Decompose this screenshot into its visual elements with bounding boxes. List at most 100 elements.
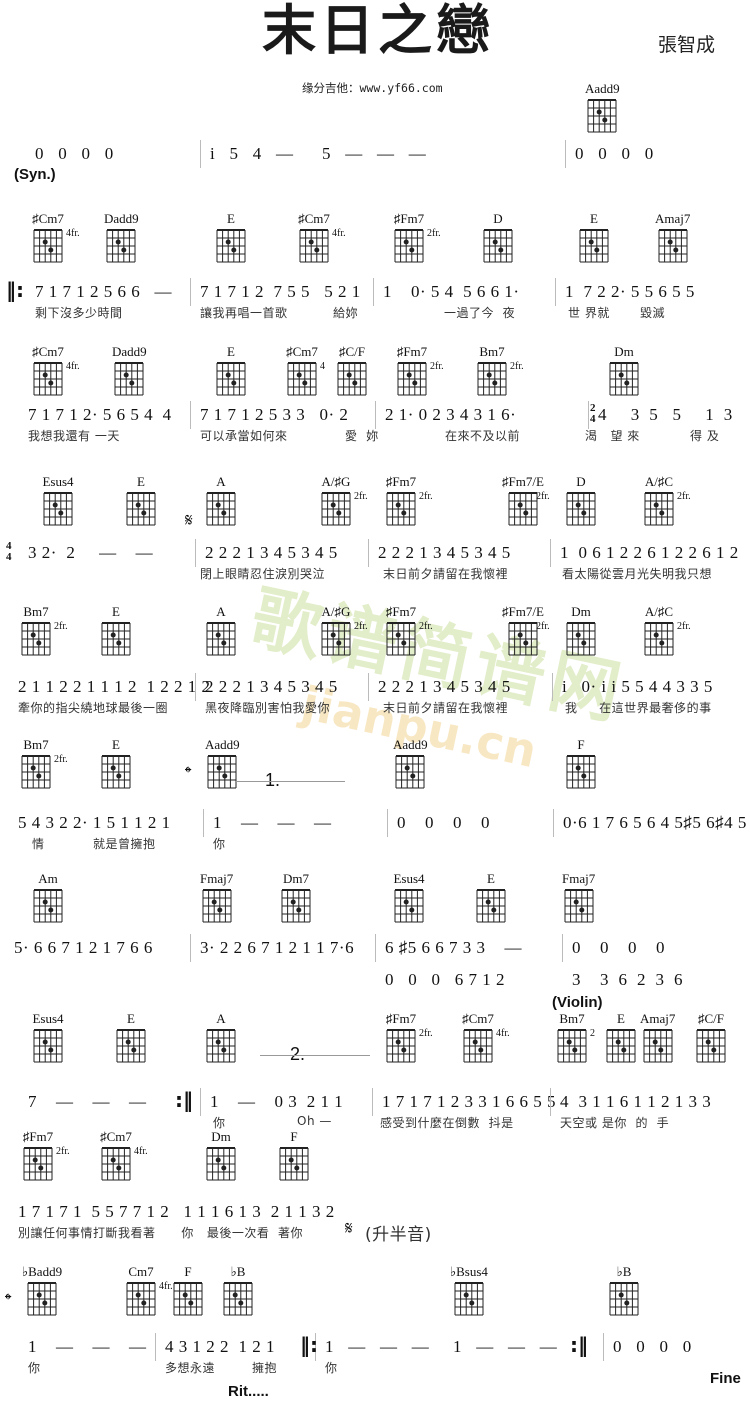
fret-position-label: 4fr. [332, 228, 346, 239]
chord-name: Dm [571, 604, 591, 619]
chord-name: Bm7 [559, 1011, 585, 1026]
barline [555, 278, 556, 306]
jianpu-notes: i 5 4 — 5 — — — [210, 144, 427, 163]
repeat-start-sign: ‖: [6, 278, 24, 302]
barline [553, 809, 554, 837]
chord-diagram-grid [579, 229, 609, 263]
chord-name: ♯Cm7 [32, 344, 64, 359]
chord-diagram-grid [114, 362, 144, 396]
song-title: 末日之戀 [262, 0, 494, 62]
chord-diagram-grid [386, 622, 416, 656]
fret-position-label: 2fr. [510, 361, 524, 372]
chord-diagram: Esus4 [32, 1012, 64, 1064]
fret-position-label: 2fr. [430, 361, 444, 372]
chord-diagram: Bm7 2fr. [476, 345, 524, 397]
chord-diagram: E [215, 212, 247, 264]
jianpu-notes: 0·6 1 7 6 5 6 4 5♯5 6♯4 5 5 [563, 813, 750, 832]
chord-name: A/♯C [644, 604, 674, 619]
chord-name: ♯Fm7 [385, 474, 417, 489]
segno-icon: 𝄋 [185, 510, 193, 531]
chord-diagram: ♯Cm7 4fr. [298, 212, 346, 264]
chord-name: Dadd9 [104, 211, 139, 226]
chord-diagram-grid [43, 492, 73, 526]
chord-diagram: ♯Cm7 4fr. [462, 1012, 510, 1064]
chord-name: ♯Cm7 [100, 1129, 132, 1144]
chord-diagram-grid [321, 622, 351, 656]
chord-name: A/♯G [321, 474, 351, 489]
chord-diagram: D [565, 475, 597, 527]
fret-position-label: 2fr. [419, 1028, 433, 1039]
coda-icon: 𝄌 [5, 1290, 12, 1311]
fret-position-label: 2fr. [419, 491, 433, 502]
jianpu-notes: 6 ♯5 6 6 7 3 3 — [385, 938, 522, 957]
chord-name: D [493, 211, 503, 226]
barline [375, 401, 376, 429]
chord-diagram: Bm7 2fr. [20, 604, 68, 657]
jianpu-notes: 7 1 7 1 2 7 5 5 5 2 1 [200, 282, 361, 301]
chord-name: Dm7 [283, 871, 309, 886]
instrument-label: (Syn.) [14, 166, 56, 183]
jianpu-notes: i 0· i i 5 5 4 4 3 3 5 [562, 677, 713, 696]
chord-name: Amaj7 [655, 211, 691, 226]
chord-diagram: Fmaj7 [200, 872, 233, 924]
lyric-text: 在來不及以前 [445, 429, 521, 443]
barline [387, 809, 388, 837]
chord-diagram: ♯Cm7 4 [286, 344, 325, 397]
chord-name: A/♯C [644, 474, 674, 489]
chord-name: Dm [614, 344, 634, 359]
chord-diagram: A [205, 475, 237, 527]
fret-position-label: 2fr. [677, 491, 691, 502]
barline [372, 1088, 373, 1116]
chord-name: ♯Cm7 [286, 344, 318, 359]
fret-position-label: 4fr. [159, 1281, 173, 1292]
chord-name: A [216, 474, 226, 489]
jianpu-notes: 5· 6 6 7 1 2 1 7 6 6 [14, 938, 153, 957]
chord-diagram-grid [202, 889, 232, 923]
chord-name: E [112, 737, 120, 752]
chord-name: ♭Badd9 [22, 1264, 63, 1279]
chord-diagram: Amaj7 [640, 1012, 675, 1064]
chord-name: ♯Fm7 [385, 1011, 417, 1026]
chord-diagram-grid [644, 492, 674, 526]
chord-diagram: ♯Fm7/E 2fr. [502, 605, 550, 657]
barline [195, 673, 196, 701]
jianpu-notes: 2 2 2 1 3 4 5 3 4 5 [205, 677, 338, 696]
lyric-text: 末日前夕請留在我懷裡 [383, 701, 509, 715]
chord-diagram-grid [587, 99, 617, 133]
lyric-text: Oh — [297, 1114, 332, 1128]
chord-diagram-grid [696, 1029, 726, 1063]
chord-diagram: ♯Fm7 2fr. [22, 1130, 70, 1182]
repeat-end-sign: :‖ [570, 1333, 588, 1357]
chord-diagram: Esus4 [393, 872, 425, 924]
lyric-text: 牽你的指尖繞地球最後一圈 [18, 701, 169, 715]
chord-diagram-grid [206, 1029, 236, 1063]
chord-diagram: Dadd9 [104, 212, 139, 264]
jianpu-notes: 0 0 0 0 [35, 144, 114, 163]
lyric-text: 多想永遠 [165, 1361, 216, 1375]
chord-name: F [577, 737, 585, 752]
chord-diagram: ♭Badd9 [22, 1265, 62, 1317]
jianpu-notes: 1 — 0 3 2 1 1 [210, 1092, 344, 1111]
chord-name: Bm7 [23, 604, 49, 619]
barline [565, 140, 566, 168]
chord-diagram: Aadd9 [205, 738, 240, 790]
chord-diagram: Dm [565, 605, 597, 657]
volta-bracket-line [235, 781, 345, 782]
chord-diagram: A/♯G 2fr. [320, 474, 368, 527]
lyric-text: 讓我再唱一首歌 [200, 306, 288, 320]
lyric-text: 閉上眼睛忍住淚別哭泣 [200, 567, 326, 581]
chord-diagram: ♯Fm7/E 2fr. [502, 475, 550, 527]
chord-diagram-grid [566, 755, 596, 789]
jianpu-notes: 0 0 0 0 [397, 813, 490, 832]
chord-diagram-grid [477, 362, 507, 396]
chord-diagram: Amaj7 [655, 212, 690, 264]
time-signature: 24 [590, 403, 596, 425]
chord-diagram: ♭B [608, 1265, 640, 1317]
chord-diagram: Bm7 2 [556, 1011, 595, 1064]
repeat-end-sign: :‖ [175, 1088, 193, 1112]
lyric-text: 情 [32, 837, 45, 851]
chord-diagram: E [125, 475, 157, 527]
chord-name: ♯C/F [338, 344, 365, 359]
jianpu-notes: 3 3 6 2 3 6 [572, 970, 683, 989]
chord-diagram-grid [508, 622, 538, 656]
